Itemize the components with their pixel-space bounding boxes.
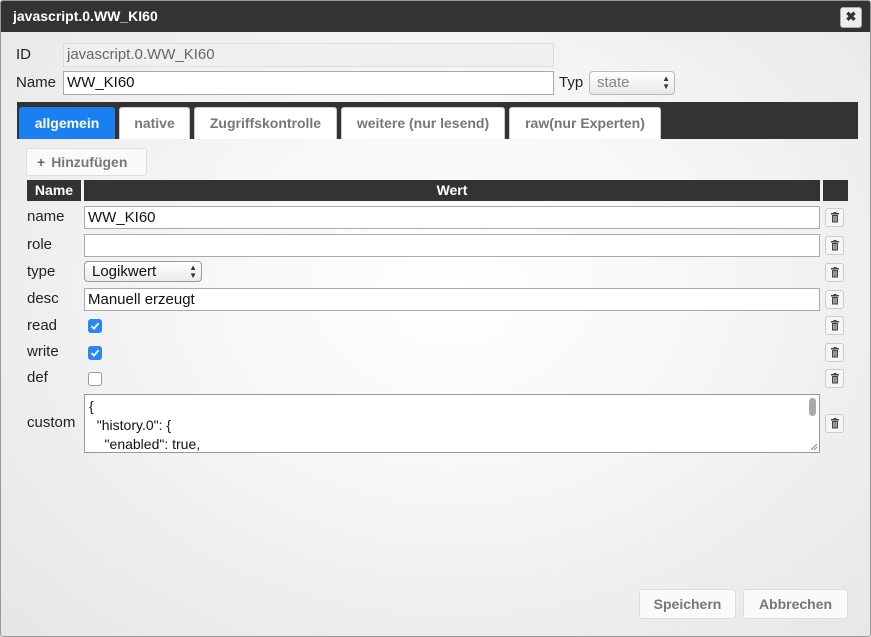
custom-json-textarea[interactable]: { "history.0": { "enabled": true, bbox=[84, 394, 820, 453]
row-label-type: type bbox=[27, 263, 56, 280]
delete-role-button[interactable] bbox=[825, 236, 844, 255]
typ-select-value: state bbox=[597, 74, 630, 91]
row-label-write: write bbox=[27, 343, 59, 360]
close-button[interactable]: ✖ bbox=[840, 7, 862, 28]
save-button[interactable]: Speichern bbox=[639, 589, 736, 619]
select-arrows-icon: ▲ ▼ bbox=[189, 263, 197, 280]
delete-type-button[interactable] bbox=[825, 263, 844, 282]
tab-native[interactable]: native bbox=[119, 107, 190, 139]
row-label-custom: custom bbox=[27, 414, 76, 431]
textarea-scrollbar[interactable] bbox=[809, 398, 816, 416]
row-label-name: name bbox=[27, 208, 65, 225]
delete-write-button[interactable] bbox=[825, 343, 844, 362]
id-label: ID bbox=[16, 46, 31, 63]
dialog-title: javascript.0.WW_KI60 bbox=[13, 8, 158, 24]
resize-handle-icon[interactable] bbox=[810, 443, 818, 451]
close-icon: ✖ bbox=[845, 9, 857, 24]
id-field: javascript.0.WW_KI60 bbox=[63, 43, 554, 67]
select-arrows-icon: ▲ ▼ bbox=[662, 74, 670, 91]
add-button[interactable]: + Hinzufügen bbox=[26, 148, 147, 176]
dialog-titlebar[interactable]: javascript.0.WW_KI60 ✖ bbox=[1, 1, 870, 32]
column-header-name: Name bbox=[27, 180, 81, 201]
row-label-read: read bbox=[27, 317, 58, 334]
tab-allgemein[interactable]: allgemein bbox=[19, 107, 115, 139]
typ-select[interactable]: state ▲ ▼ bbox=[589, 71, 675, 95]
object-edit-dialog: javascript.0.WW_KI60 ✖ ID javascript.0.W… bbox=[0, 0, 871, 637]
name-label: Name bbox=[16, 74, 57, 91]
value-name-input[interactable]: WW_KI60 bbox=[84, 206, 820, 229]
read-checkbox[interactable] bbox=[88, 319, 102, 333]
tab-zugriffskontrolle[interactable]: Zugriffskontrolle bbox=[194, 107, 337, 139]
value-role-input[interactable] bbox=[84, 234, 820, 257]
name-input[interactable]: WW_KI60 bbox=[63, 71, 554, 95]
value-desc-input[interactable]: Manuell erzeugt bbox=[84, 288, 820, 311]
textarea-line: "enabled": true, bbox=[89, 436, 201, 452]
plus-icon: + bbox=[37, 154, 46, 170]
row-label-role: role bbox=[27, 236, 53, 253]
tab-bar: allgemein native Zugriffskontrolle weite… bbox=[17, 102, 858, 139]
delete-def-button[interactable] bbox=[825, 369, 844, 388]
column-header-actions bbox=[823, 180, 848, 201]
row-label-def: def bbox=[27, 369, 48, 386]
delete-custom-button[interactable] bbox=[825, 414, 844, 433]
delete-name-button[interactable] bbox=[825, 208, 844, 227]
tab-weitere[interactable]: weitere (nur lesend) bbox=[341, 107, 505, 139]
textarea-line: { bbox=[89, 398, 94, 414]
write-checkbox[interactable] bbox=[88, 346, 102, 360]
tab-raw[interactable]: raw(nur Experten) bbox=[509, 107, 661, 139]
column-header-value: Wert bbox=[84, 180, 820, 201]
type-select-value: Logikwert bbox=[92, 263, 157, 280]
textarea-line: "history.0": { bbox=[89, 417, 172, 433]
value-type-select[interactable]: Logikwert ▲ ▼ bbox=[84, 261, 202, 282]
delete-desc-button[interactable] bbox=[825, 290, 844, 309]
row-label-desc: desc bbox=[27, 290, 59, 307]
typ-label: Typ bbox=[559, 74, 584, 91]
add-button-label: Hinzufügen bbox=[51, 154, 128, 170]
cancel-button[interactable]: Abbrechen bbox=[743, 589, 848, 619]
def-checkbox[interactable] bbox=[88, 372, 102, 386]
delete-read-button[interactable] bbox=[825, 316, 844, 335]
